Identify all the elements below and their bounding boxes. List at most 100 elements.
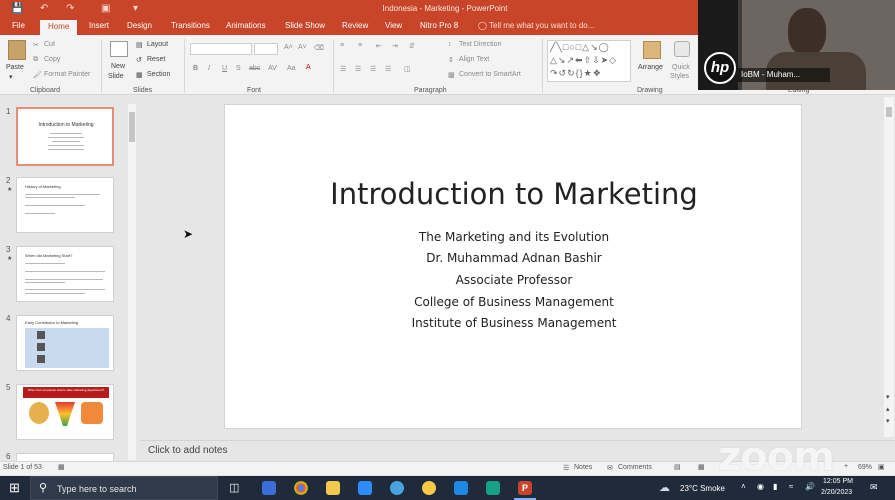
slide-thumbnail-2[interactable]: History of Marketing <box>16 177 114 233</box>
cut-button[interactable]: Cut <box>44 41 55 48</box>
tab-nitro-pro[interactable]: Nitro Pro 8 <box>420 21 458 30</box>
app-icon[interactable] <box>486 481 500 495</box>
browser-icon[interactable] <box>390 481 404 495</box>
comments-icon[interactable]: ✉ <box>607 464 613 472</box>
quick-styles-label-1[interactable]: Quick <box>672 64 690 71</box>
paste-button[interactable]: Paste <box>6 64 24 71</box>
tray-chevron-icon[interactable]: ˄ <box>741 482 746 491</box>
zoom-level[interactable]: 69% <box>858 464 872 471</box>
italic-button[interactable]: I <box>208 65 210 72</box>
bold-button[interactable]: B <box>193 65 198 72</box>
slide-scrollbar[interactable]: ▾ ▴ ▾ <box>884 97 894 437</box>
spellcheck-icon[interactable]: ▦ <box>58 463 65 471</box>
tell-me-box[interactable]: Tell me what you want to do... <box>489 21 594 30</box>
paste-dropdown-icon[interactable]: ▾ <box>9 73 13 81</box>
tray-icon[interactable]: ◉ <box>757 482 764 491</box>
windows-start-icon[interactable]: ⊞ <box>9 480 20 496</box>
align-center-icon[interactable]: ☰ <box>355 65 361 73</box>
subtitle-line[interactable]: The Marketing and its Evolution <box>225 230 803 244</box>
chrome-icon[interactable] <box>294 481 308 495</box>
subtitle-line[interactable]: College of Business Management <box>225 295 803 309</box>
weather-text[interactable]: 23°C Smoke <box>680 484 725 493</box>
slide-thumbnail-4[interactable]: Early Contributor to Marketing <box>16 315 114 371</box>
tab-home[interactable]: Home <box>40 20 78 35</box>
tab-view[interactable]: View <box>385 21 402 30</box>
font-name-input[interactable] <box>190 43 252 55</box>
zoom-app-icon[interactable] <box>358 481 372 495</box>
shrink-font-icon[interactable]: A˅ <box>298 44 307 51</box>
zoom-in-icon[interactable]: + <box>844 463 848 470</box>
thumbnail-scrollbar[interactable] <box>128 104 136 460</box>
smartart-icon[interactable]: ▩ <box>448 71 455 79</box>
paste-icon[interactable] <box>8 40 26 60</box>
notes-button[interactable]: Notes <box>574 464 592 471</box>
notes-app-icon[interactable] <box>262 481 276 495</box>
task-view-icon[interactable]: ◫ <box>229 481 239 494</box>
shadow-button[interactable]: S <box>236 65 241 72</box>
slide-canvas[interactable]: Introduction to Marketing The Marketing … <box>224 104 802 429</box>
volume-icon[interactable]: 🔊 <box>805 482 815 491</box>
file-explorer-icon[interactable] <box>326 481 340 495</box>
fit-slide-icon[interactable]: ▣ <box>878 463 885 471</box>
grow-font-icon[interactable]: A˄ <box>284 44 293 51</box>
strikethrough-button[interactable]: abc <box>249 65 260 72</box>
subtitle-line[interactable]: Associate Professor <box>225 273 803 287</box>
tab-file[interactable]: File <box>12 21 25 30</box>
taskbar-search-box[interactable]: ⚲ Type here to search <box>30 476 218 500</box>
tab-insert[interactable]: Insert <box>89 21 109 30</box>
layout-button[interactable]: Layout <box>147 41 168 48</box>
clock-date[interactable]: 2/20/2023 <box>821 489 852 496</box>
battery-icon[interactable]: ▮ <box>773 482 777 491</box>
normal-view-icon[interactable]: ▤ <box>674 463 681 471</box>
undo-icon[interactable]: ↶ <box>40 3 48 14</box>
bullets-icon[interactable]: ≡ <box>340 42 344 49</box>
text-direction-button[interactable]: Text Direction <box>459 41 501 48</box>
align-right-icon[interactable]: ☰ <box>370 65 376 73</box>
format-painter-button[interactable]: Format Painter <box>44 71 90 78</box>
change-case-button[interactable]: Aa <box>287 65 296 72</box>
slideshow-start-icon[interactable]: ▣ <box>101 3 110 14</box>
reset-button[interactable]: Reset <box>147 56 165 63</box>
customize-toolbar-icon[interactable]: ▾ <box>133 3 138 14</box>
arrange-button[interactable]: Arrange <box>638 64 663 71</box>
arrange-icon[interactable] <box>643 41 661 59</box>
tab-transitions[interactable]: Transitions <box>171 21 210 30</box>
slide-title[interactable]: Introduction to Marketing <box>225 177 803 211</box>
font-size-input[interactable] <box>254 43 278 55</box>
char-spacing-button[interactable]: AV <box>268 65 277 72</box>
notifications-icon[interactable]: ✉ <box>870 482 878 493</box>
decrease-indent-icon[interactable]: ⇤ <box>376 42 382 50</box>
tab-design[interactable]: Design <box>127 21 152 30</box>
convert-smartart-button[interactable]: Convert to SmartArt <box>459 71 521 78</box>
tab-review[interactable]: Review <box>342 21 368 30</box>
columns-icon[interactable]: ◫ <box>404 65 411 73</box>
comments-button[interactable]: Comments <box>618 464 652 471</box>
copy-button[interactable]: Copy <box>44 56 60 63</box>
justify-icon[interactable]: ☰ <box>385 65 391 73</box>
redo-icon[interactable]: ↷ <box>66 3 74 14</box>
quick-styles-label-2[interactable]: Styles <box>670 73 689 80</box>
reset-icon[interactable]: ↺ <box>136 56 142 64</box>
slide-scroll-thumb[interactable] <box>886 107 892 117</box>
align-text-button[interactable]: Align Text <box>459 56 489 63</box>
app-icon[interactable] <box>422 481 436 495</box>
numbering-icon[interactable]: ≡ <box>358 42 362 49</box>
clock-time[interactable]: 12:05 PM <box>823 478 853 485</box>
line-spacing-icon[interactable]: ⇵ <box>409 42 415 50</box>
tab-animations[interactable]: Animations <box>226 21 266 30</box>
slide-thumbnail-3[interactable]: When did Marketing Start? <box>16 246 114 302</box>
prev-slide-icon[interactable]: ▴ <box>886 405 890 413</box>
wifi-icon[interactable]: ≈ <box>789 482 793 491</box>
quick-styles-icon[interactable] <box>674 41 690 57</box>
settings-app-icon[interactable] <box>454 481 468 495</box>
powerpoint-icon[interactable]: P <box>518 481 532 495</box>
new-slide-icon[interactable] <box>110 41 128 57</box>
slide-thumbnail-1[interactable]: Introduction to Marketing <box>16 107 114 166</box>
clear-format-icon[interactable]: ⌫ <box>314 44 324 52</box>
increase-indent-icon[interactable]: ⇥ <box>392 42 398 50</box>
font-color-icon[interactable]: A <box>306 64 311 71</box>
scroll-down-icon[interactable]: ▾ <box>886 393 890 401</box>
layout-icon[interactable]: ▤ <box>136 41 143 49</box>
new-slide-label-1[interactable]: New <box>111 63 125 70</box>
next-slide-icon[interactable]: ▾ <box>886 417 890 425</box>
